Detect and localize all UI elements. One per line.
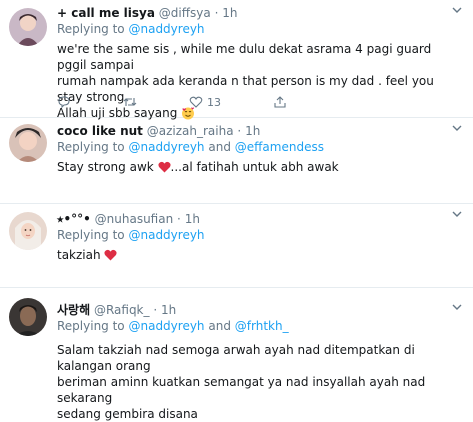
mention-link[interactable]: @naddyreyh <box>128 228 204 242</box>
tweet-text: Stay strong awk ...al fatihah untuk abh … <box>57 159 463 175</box>
avatar[interactable] <box>9 298 47 336</box>
replying-prefix: Replying to <box>57 22 125 36</box>
replying-prefix: Replying to <box>57 140 125 154</box>
reply-button[interactable] <box>57 95 71 109</box>
timestamp[interactable]: 1h <box>222 6 237 20</box>
tweet-header: ⭑•°°• @nuhasufian · 1h <box>57 212 463 227</box>
mention-link[interactable]: @naddyreyh <box>128 22 204 36</box>
share-icon <box>274 96 286 108</box>
chevron-down-icon[interactable] <box>451 4 463 16</box>
mention-link[interactable]: @naddyreyh <box>128 140 204 154</box>
display-name[interactable]: ⭑•°°• <box>57 212 91 226</box>
chevron-down-icon[interactable] <box>451 122 463 134</box>
chevron-down-icon[interactable] <box>451 301 463 313</box>
mention-joiner: and <box>208 319 231 333</box>
tweet-text-line: we're the same sis , while me dulu dekat… <box>57 42 432 72</box>
timestamp[interactable]: 1h <box>161 303 176 317</box>
timestamp[interactable]: 1h <box>185 212 200 226</box>
tweet-text-fragment: ...al fatihah untuk abh awak <box>170 160 339 174</box>
mention-link[interactable]: @effamendess <box>235 140 324 154</box>
mention-joiner: and <box>208 140 231 154</box>
tweet-header: coco like nut @azizah_raiha · 1h <box>57 124 463 139</box>
tweet-actions: 13 <box>57 94 339 110</box>
chevron-down-icon[interactable] <box>451 208 463 220</box>
timestamp[interactable]: 1h <box>245 124 260 138</box>
tweet-header: 사랑해 @Rafiqk_ · 1h <box>57 303 463 318</box>
replying-to: Replying to @naddyreyh and @frhtkh_ <box>57 319 463 334</box>
tweet[interactable]: 사랑해 @Rafiqk_ · 1h Replying to @naddyreyh… <box>0 288 473 421</box>
reply-thread: + call me lisya @diffsya · 1h Replying t… <box>0 0 473 421</box>
mention-link[interactable]: @naddyreyh <box>128 319 204 333</box>
handle[interactable]: @Rafiqk_ <box>94 303 150 317</box>
display-name[interactable]: + call me lisya <box>57 6 155 20</box>
replying-to: Replying to @naddyreyh <box>57 228 463 243</box>
separator-dot: · <box>153 303 158 317</box>
red-heart-icon <box>157 161 171 173</box>
avatar[interactable] <box>9 8 47 46</box>
avatar[interactable] <box>9 124 47 162</box>
replying-prefix: Replying to <box>57 228 125 242</box>
retweet-icon <box>123 98 137 106</box>
display-name[interactable]: coco like nut <box>57 124 143 138</box>
handle[interactable]: @azizah_raiha <box>147 124 234 138</box>
tweet-text-line: beriman aminn kuatkan semangat ya nad in… <box>57 375 426 405</box>
separator-dot: · <box>177 212 181 226</box>
like-icon <box>189 96 203 108</box>
share-button[interactable] <box>273 95 287 109</box>
handle[interactable]: @nuhasufian <box>95 212 174 226</box>
tweet-text-line: sedang gembira disana <box>57 407 198 421</box>
tweet[interactable]: ⭑•°°• @nuhasufian · 1h Replying to @nadd… <box>0 204 473 288</box>
avatar[interactable] <box>9 212 47 250</box>
separator-dot: · <box>214 6 219 20</box>
like-button[interactable]: 13 <box>189 95 221 109</box>
replying-prefix: Replying to <box>57 319 125 333</box>
tweet-header: + call me lisya @diffsya · 1h <box>57 6 463 21</box>
like-count: 13 <box>207 95 221 109</box>
replying-to: Replying to @naddyreyh and @effamendess <box>57 140 463 155</box>
retweet-button[interactable] <box>123 95 137 109</box>
tweet[interactable]: + call me lisya @diffsya · 1h Replying t… <box>0 0 473 120</box>
tweet-text-fragment: takziah <box>57 248 101 262</box>
replying-to: Replying to @naddyreyh <box>57 22 463 37</box>
tweet-text: takziah <box>57 247 463 263</box>
red-heart-icon <box>104 249 118 261</box>
separator-dot: · <box>237 124 242 138</box>
reply-icon <box>58 96 70 109</box>
display-name[interactable]: 사랑해 <box>57 303 90 317</box>
mention-link[interactable]: @frhtkh_ <box>235 319 289 333</box>
tweet-text-line: Salam takziah nad semoga arwah ayah nad … <box>57 343 415 373</box>
handle[interactable]: @diffsya <box>159 6 211 20</box>
tweet-text: Salam takziah nad semoga arwah ayah nad … <box>57 342 463 422</box>
tweet-text-fragment: Stay strong awk <box>57 160 154 174</box>
tweet[interactable]: coco like nut @azizah_raiha · 1h Replyin… <box>0 118 473 204</box>
